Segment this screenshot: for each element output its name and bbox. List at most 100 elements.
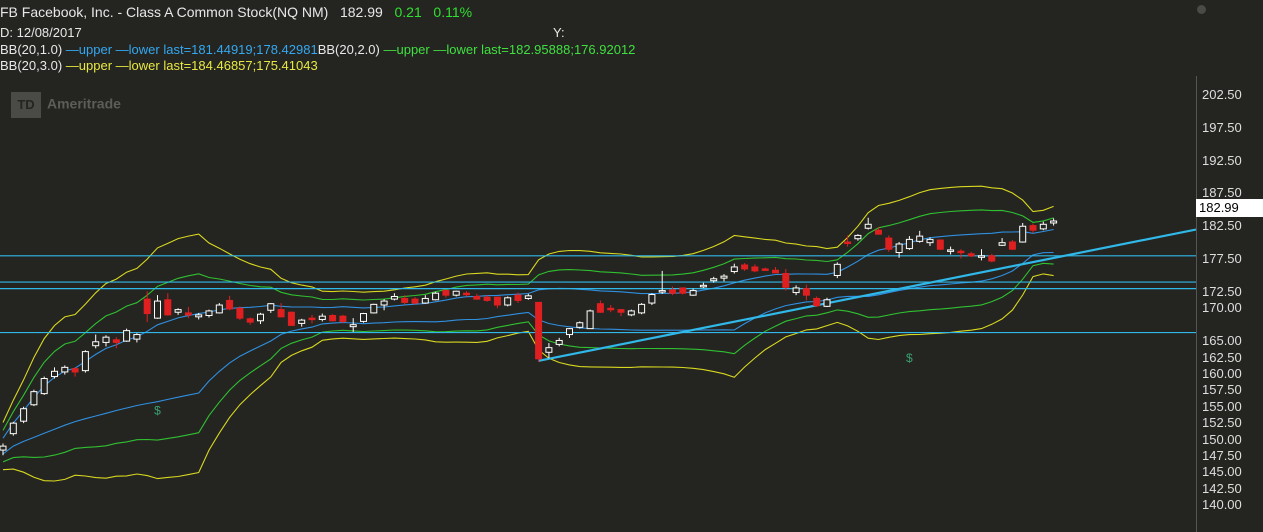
candle-body-95 [978, 255, 985, 258]
bb3-label: BB(20,3.0) [0, 58, 63, 73]
candle-body-0 [0, 445, 7, 451]
candle-body-92 [947, 249, 955, 252]
symbol-line: FB Facebook, Inc. - Class A Common Stock… [0, 4, 472, 20]
price-change-pct: 0.11% [433, 4, 473, 20]
candle-body-14 [143, 298, 151, 315]
y-tick-label: 145.00 [1202, 464, 1242, 480]
y-tick-label: 142.50 [1202, 480, 1242, 496]
y-tick-label: 197.50 [1202, 119, 1242, 135]
candle-body-20 [205, 310, 213, 317]
candle-body-84 [864, 223, 872, 229]
candle-body-12 [123, 330, 131, 342]
candle-body-96 [988, 255, 996, 262]
candle-body-98 [1008, 241, 1016, 250]
candle-body-42 [432, 292, 440, 301]
candle-body-66 [679, 287, 687, 294]
candle-body-15 [154, 300, 161, 319]
candle-body-68 [699, 284, 707, 288]
candle-body-33 [339, 315, 347, 322]
candle-body-60 [617, 309, 625, 313]
candle-body-6 [61, 366, 69, 373]
candle-body-27 [277, 309, 285, 318]
candle-body-25 [257, 313, 264, 322]
bb1-label: BB(20,1.0) [0, 42, 63, 57]
candle-body-53 [545, 347, 553, 353]
candle-body-62 [638, 303, 646, 314]
y-tick-label: 177.50 [1202, 251, 1242, 267]
price-axis[interactable]: 202.50 197.50 192.50 187.50 182.50 177.50 172.… [1196, 76, 1263, 532]
scroll-indicator[interactable] [1197, 5, 1206, 14]
y-tick-label: 182.50 [1202, 218, 1242, 234]
bb-line-2: BB(20,3.0) —upper —lower last=184.46857;… [0, 58, 318, 73]
candle-body-99 [1019, 225, 1027, 243]
candle-body-75 [772, 269, 779, 274]
y-tick-label: 152.50 [1202, 415, 1242, 431]
candle-body-2 [20, 408, 28, 422]
candle-body-52 [535, 301, 543, 360]
candle-body-56 [576, 322, 584, 328]
candle-body-5 [51, 370, 58, 378]
candle-body-77 [792, 287, 800, 294]
candle-body-71 [730, 266, 738, 273]
candle-body-17 [174, 309, 182, 313]
candle-body-59 [607, 307, 615, 311]
candle-body-30 [308, 317, 316, 321]
candle-body-35 [360, 313, 367, 322]
bb1-lower-line [2, 251, 1054, 455]
y-tick-label: 140.00 [1202, 497, 1242, 513]
candle-body-70 [720, 275, 728, 279]
candle-body-63 [648, 294, 656, 304]
candle-body-69 [710, 278, 718, 282]
candle-body-23 [236, 307, 244, 319]
candle-body-47 [483, 296, 491, 301]
candle-body-44 [452, 290, 460, 296]
y-tick-label: 170.00 [1202, 300, 1242, 316]
candle-body-85 [875, 229, 882, 235]
candle-body-45 [463, 292, 470, 296]
candle-body-11 [112, 339, 120, 343]
bb2-upper-line [2, 209, 1054, 431]
y-tick-label: 157.50 [1202, 382, 1242, 398]
dividend-marker-0: $ [154, 404, 161, 418]
price-chart[interactable]: $$ [0, 76, 1196, 532]
y-tick-label: 150.00 [1202, 431, 1242, 447]
candle-body-49 [504, 297, 512, 306]
bb2-values: —upper —lower last=182.95888;176.92012 [379, 42, 636, 57]
candle-body-50 [514, 294, 522, 301]
ameritrade-logo: TD Ameritrade [11, 92, 121, 118]
current-price-label: 182.99 [1196, 199, 1263, 217]
candle-body-55 [566, 328, 573, 336]
candle-body-1 [9, 422, 17, 435]
candle-body-76 [782, 273, 790, 288]
bb3-values: —upper —lower last=184.46857;175.41043 [62, 58, 318, 73]
candle-body-22 [226, 299, 234, 310]
candle-body-7 [71, 368, 79, 373]
candle-body-65 [669, 289, 676, 294]
candle-body-61 [627, 310, 635, 316]
y-label: Y: [553, 25, 565, 40]
candle-body-88 [905, 238, 913, 250]
candle-body-79 [813, 297, 821, 307]
dividend-marker-1: $ [906, 351, 913, 365]
candle-body-82 [844, 241, 852, 245]
candle-body-24 [246, 318, 254, 323]
candle-body-102 [1050, 220, 1058, 224]
candle-body-94 [967, 253, 975, 257]
y-tick-label: 165.00 [1202, 333, 1242, 349]
candle-body-37 [380, 300, 388, 306]
y-tick-label: 172.50 [1202, 283, 1242, 299]
candle-body-58 [596, 303, 604, 313]
candle-body-3 [30, 391, 38, 406]
candle-body-80 [823, 299, 831, 307]
candle-body-89 [916, 235, 924, 242]
candle-body-9 [92, 341, 100, 347]
candle-body-19 [195, 314, 203, 318]
candle-body-29 [298, 319, 306, 324]
candle-body-91 [936, 239, 944, 250]
y-tick-label: 147.50 [1202, 447, 1242, 463]
candle-body-48 [493, 296, 501, 306]
candle-body-86 [885, 237, 893, 250]
candle-body-31 [318, 315, 326, 320]
candle-body-67 [689, 290, 697, 296]
last-price: 182.99 [339, 4, 383, 20]
